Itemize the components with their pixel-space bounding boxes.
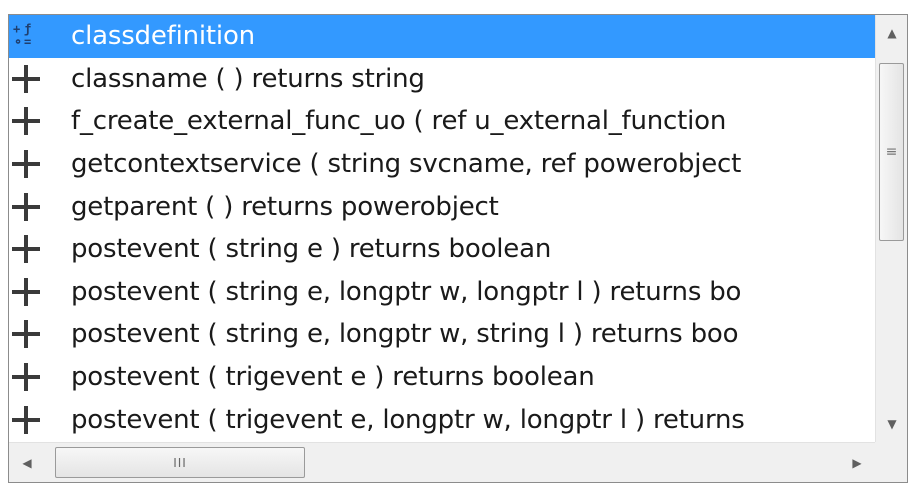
gear-icon <box>12 192 40 221</box>
vertical-scroll-thumb[interactable]: ≡ <box>879 63 904 241</box>
list-item-label: classname ( ) returns string <box>71 63 425 94</box>
list-item-label: getparent ( ) returns powerobject <box>71 191 499 222</box>
gear-icon <box>12 405 40 434</box>
list-item[interactable]: f_create_external_func_uo ( ref u_extern… <box>9 100 875 143</box>
list-item[interactable]: postevent ( string e ) returns boolean <box>9 228 875 271</box>
list-item-label: postevent ( string e ) returns boolean <box>71 234 552 265</box>
list-item[interactable]: postevent ( trigevent e, longptr w, long… <box>9 398 875 441</box>
gear-icon <box>12 64 40 93</box>
list-item[interactable]: getcontextservice ( string svcname, ref … <box>9 143 875 186</box>
list-item-label: getcontextservice ( string svcname, ref … <box>71 149 742 180</box>
gear-icon <box>12 320 40 349</box>
scroll-down-arrow-icon[interactable]: ▼ <box>876 406 908 442</box>
list-item[interactable]: postevent ( string e, longptr w, longptr… <box>9 271 875 314</box>
list-item-label: postevent ( trigevent e, longptr w, long… <box>71 404 745 435</box>
scroll-left-arrow-icon[interactable]: ◀ <box>9 443 45 483</box>
list-item-label: f_create_external_func_uo ( ref u_extern… <box>71 106 727 137</box>
list-item[interactable]: classname ( ) returns string <box>9 58 875 101</box>
scroll-right-arrow-icon[interactable]: ▶ <box>839 443 875 483</box>
gear-icon <box>12 235 40 264</box>
list-item[interactable]: postevent ( trigevent e ) returns boolea… <box>9 356 875 399</box>
vertical-scrollbar[interactable]: ▲ ≡ ▼ <box>875 15 907 442</box>
autocomplete-listbox[interactable]: + ƒ ⚬ = classdefinition classname ( ) re… <box>8 14 908 483</box>
list-item-label: postevent ( string e, longptr w, longptr… <box>71 276 742 307</box>
list-item[interactable]: getparent ( ) returns powerobject <box>9 185 875 228</box>
scrollbar-corner <box>875 442 907 482</box>
horizontal-scroll-thumb[interactable]: III <box>55 447 305 478</box>
list-item-label: classdefinition <box>71 21 255 52</box>
class-definition-icon: + ƒ ⚬ = <box>13 22 32 50</box>
list-item-label: postevent ( string e, longptr w, string … <box>71 319 739 350</box>
gear-icon <box>12 150 40 179</box>
scroll-up-arrow-icon[interactable]: ▲ <box>876 15 908 51</box>
list-item-label: postevent ( trigevent e ) returns boolea… <box>71 362 595 393</box>
gear-icon <box>12 363 40 392</box>
horizontal-scrollbar[interactable]: ◀ III ▶ <box>9 442 875 482</box>
list-items: + ƒ ⚬ = classdefinition classname ( ) re… <box>9 15 875 442</box>
list-item[interactable]: postevent ( string e, longptr w, string … <box>9 313 875 356</box>
gear-icon <box>12 277 40 306</box>
gear-icon <box>12 107 40 136</box>
list-item[interactable]: + ƒ ⚬ = classdefinition <box>9 15 875 58</box>
